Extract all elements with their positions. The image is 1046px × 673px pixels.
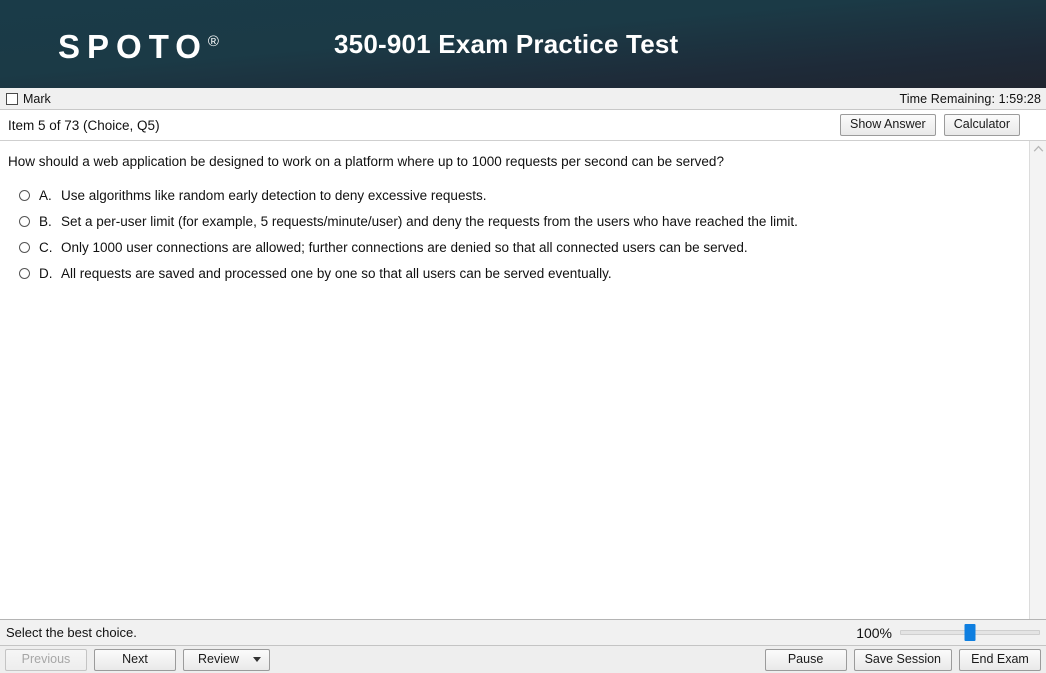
review-button[interactable]: Review — [183, 648, 270, 671]
radio-button-a[interactable] — [19, 190, 30, 201]
option-text-c: Only 1000 user connections are allowed; … — [61, 240, 748, 255]
instruction-text: Select the best choice. — [6, 625, 137, 640]
question-scrollbar[interactable] — [1029, 141, 1046, 619]
answer-option-a[interactable]: A. Use algorithms like random early dete… — [8, 187, 1019, 205]
spoto-logo: SPOTO® — [58, 22, 219, 67]
answer-options: A. Use algorithms like random early dete… — [8, 187, 1019, 283]
zoom-percent-label: 100% — [856, 624, 892, 641]
scroll-up-icon[interactable] — [1030, 141, 1046, 157]
zoom-slider-handle[interactable] — [964, 624, 976, 641]
zoom-slider[interactable] — [900, 624, 1040, 641]
option-text-a: Use algorithms like random early detecti… — [61, 188, 487, 203]
option-letter-b: B. — [39, 214, 52, 229]
prompt-bar: Select the best choice. 100% — [0, 619, 1046, 646]
navigation-right: Pause Save Session End Exam — [764, 648, 1041, 671]
radio-button-b[interactable] — [19, 216, 30, 227]
logo-text: SPOTO — [58, 28, 208, 65]
mark-question-toggle[interactable]: Mark — [6, 92, 51, 106]
item-counter: Item 5 of 73 (Choice, Q5) — [8, 117, 160, 133]
mark-checkbox[interactable] — [6, 92, 18, 105]
answer-option-c[interactable]: C. Only 1000 user connections are allowe… — [8, 239, 1019, 257]
question-area: How should a web application be designed… — [0, 140, 1046, 619]
mark-label: Mark — [23, 91, 51, 106]
zoom-control: 100% — [856, 624, 1040, 641]
time-remaining: Time Remaining: 1:59:28 — [899, 91, 1041, 106]
option-text-b: Set a per-user limit (for example, 5 req… — [61, 214, 798, 229]
pause-button[interactable]: Pause — [764, 648, 847, 671]
option-letter-c: C. — [39, 240, 53, 255]
review-label: Review — [198, 651, 239, 666]
previous-button[interactable]: Previous — [5, 648, 87, 671]
answer-option-b[interactable]: B. Set a per-user limit (for example, 5 … — [8, 213, 1019, 231]
next-button[interactable]: Next — [94, 648, 176, 671]
option-text-d: All requests are saved and processed one… — [61, 266, 612, 281]
registered-trademark-icon: ® — [207, 33, 219, 50]
chevron-down-icon — [253, 656, 261, 662]
status-bar: Mark Time Remaining: 1:59:28 — [0, 88, 1046, 110]
question-content: How should a web application be designed… — [0, 141, 1029, 619]
radio-button-d[interactable] — [19, 268, 30, 279]
exam-window: SPOTO® 350-901 Exam Practice Test Mark T… — [0, 0, 1046, 673]
save-session-button[interactable]: Save Session — [853, 648, 952, 671]
option-letter-a: A. — [39, 188, 52, 203]
show-answer-button[interactable]: Show Answer — [839, 114, 936, 136]
app-header: SPOTO® 350-901 Exam Practice Test — [0, 0, 1046, 88]
navigation-bar: Previous Next Review Pause Save Session … — [0, 646, 1046, 673]
page-title: 350-901 Exam Practice Test — [334, 29, 679, 59]
radio-button-c[interactable] — [19, 242, 30, 253]
navigation-left: Previous Next Review — [5, 648, 270, 671]
item-actions: Show Answer Calculator — [839, 114, 1020, 136]
calculator-button[interactable]: Calculator — [943, 114, 1020, 136]
option-letter-d: D. — [39, 266, 53, 281]
answer-option-d[interactable]: D. All requests are saved and processed … — [8, 265, 1019, 283]
question-text: How should a web application be designed… — [8, 154, 724, 169]
item-bar: Item 5 of 73 (Choice, Q5) Show Answer Ca… — [0, 110, 1046, 140]
end-exam-button[interactable]: End Exam — [959, 648, 1041, 671]
